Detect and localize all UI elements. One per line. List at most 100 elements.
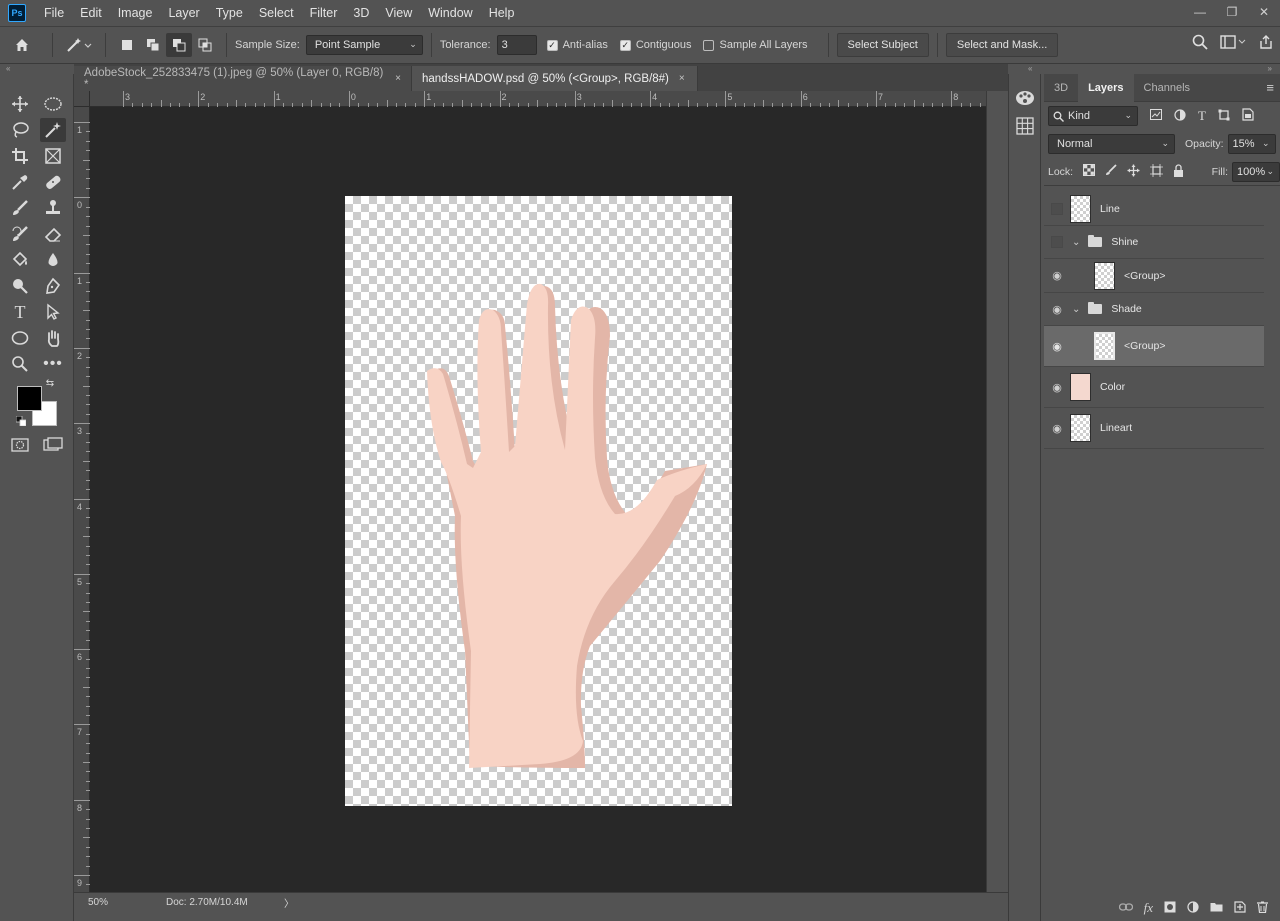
status-menu-arrow[interactable]: 〉 [284, 895, 294, 910]
color-palette-icon[interactable] [1012, 86, 1038, 110]
move-tool-icon[interactable] [7, 92, 33, 116]
quick-mask-icon[interactable] [7, 433, 33, 457]
history-brush-icon[interactable] [7, 222, 33, 246]
foreground-color-swatch[interactable] [17, 386, 42, 411]
close-button[interactable]: ✕ [1248, 0, 1280, 24]
fill-input[interactable]: 100% ⌄ [1232, 161, 1280, 182]
tab-adobestock[interactable]: AdobeStock_252833475 (1).jpeg @ 50% (Lay… [74, 66, 412, 91]
canvas-area[interactable] [90, 107, 986, 892]
visibility-toggle[interactable]: ◉ [1044, 269, 1070, 282]
chevron-down-icon[interactable]: ⌄ [1072, 304, 1080, 315]
layer-row-color[interactable]: ◉ Color [1044, 367, 1264, 408]
layer-name[interactable]: Shade [1111, 303, 1141, 315]
menu-edit[interactable]: Edit [72, 6, 110, 20]
lock-position-icon[interactable] [1127, 164, 1140, 180]
layer-row-lineart[interactable]: ◉ Lineart [1044, 408, 1264, 449]
layer-name[interactable]: Line [1100, 203, 1120, 215]
filter-kind-select[interactable]: Kind ⌄ [1048, 106, 1138, 126]
dodge-icon[interactable] [7, 274, 33, 298]
visibility-toggle[interactable]: ◉ [1044, 422, 1070, 435]
search-icon[interactable] [1192, 34, 1208, 50]
swatches-grid-icon[interactable] [1012, 114, 1038, 138]
elliptical-marquee-icon[interactable] [40, 92, 66, 116]
subtract-from-selection-icon[interactable] [166, 33, 192, 57]
collapse-left-icon[interactable]: « [1028, 64, 1032, 73]
folder-icon[interactable] [1210, 901, 1223, 915]
trash-icon[interactable] [1257, 901, 1268, 916]
more-tools-icon[interactable]: ••• [40, 352, 66, 376]
clone-stamp-icon[interactable] [40, 196, 66, 220]
layer-row-shine[interactable]: ⌄ Shine [1044, 226, 1264, 259]
pen-icon[interactable] [40, 274, 66, 298]
filter-pixel-icon[interactable] [1150, 109, 1162, 123]
filter-type-icon[interactable]: T [1198, 108, 1206, 124]
restore-button[interactable]: ❐ [1216, 0, 1248, 24]
ruler-origin[interactable] [74, 91, 90, 107]
chevron-down-icon[interactable]: ⌄ [1072, 237, 1080, 248]
filter-smart-object-icon[interactable] [1242, 108, 1254, 124]
filter-shape-icon[interactable] [1218, 109, 1230, 124]
sample-size-select[interactable]: Point Sample ⌄ [305, 35, 423, 55]
blur-drop-icon[interactable] [40, 248, 66, 272]
document-canvas[interactable] [345, 196, 732, 806]
contiguous-checkbox[interactable]: ✓ Contiguous [619, 39, 691, 51]
filter-adjustment-icon[interactable] [1174, 108, 1186, 124]
menu-layer[interactable]: Layer [160, 6, 207, 20]
new-selection-icon[interactable] [114, 39, 140, 51]
hand-icon[interactable] [40, 326, 66, 350]
link-icon[interactable] [1118, 902, 1133, 915]
crop-icon[interactable] [7, 144, 33, 168]
layer-row-shade[interactable]: ◉ ⌄ Shade [1044, 293, 1264, 326]
swap-colors-icon[interactable]: ⇆ [42, 376, 58, 390]
tab-handsshadow[interactable]: handssHADOW.psd @ 50% (<Group>, RGB/8#) … [412, 66, 698, 91]
visibility-toggle[interactable] [1044, 202, 1070, 215]
zoom-icon[interactable] [7, 352, 33, 376]
tab-3d[interactable]: 3D [1044, 74, 1078, 102]
new-layer-icon[interactable] [1234, 900, 1246, 916]
opacity-input[interactable]: 15% ⌄ [1227, 134, 1276, 154]
home-icon[interactable] [0, 37, 44, 53]
layer-row-group-shine[interactable]: ◉ <Group> [1044, 259, 1264, 293]
menu-image[interactable]: Image [110, 6, 161, 20]
panel-menu-icon[interactable]: ≡ [1266, 80, 1274, 95]
type-tool-icon[interactable]: T [7, 300, 33, 324]
eraser-icon[interactable] [40, 222, 66, 246]
vertical-ruler[interactable]: 1 0 1 2 3 4 5 6 7 8 9 [74, 107, 90, 892]
layer-name[interactable]: <Group> [1124, 340, 1165, 352]
visibility-toggle[interactable] [1044, 236, 1070, 248]
menu-view[interactable]: View [377, 6, 420, 20]
mask-icon[interactable] [1164, 901, 1176, 916]
close-tab-icon[interactable]: × [395, 73, 401, 84]
magic-wand-icon[interactable] [40, 118, 66, 142]
menu-type[interactable]: Type [208, 6, 251, 20]
paint-bucket-icon[interactable] [7, 248, 33, 272]
path-selection-icon[interactable] [40, 300, 66, 324]
menu-3d[interactable]: 3D [345, 6, 377, 20]
adjustment-icon[interactable] [1187, 900, 1199, 916]
frame-icon[interactable] [40, 144, 66, 168]
workspace-icon[interactable] [1220, 35, 1246, 49]
horizontal-ruler[interactable]: 3 2 1 0 1 2 3 4 5 6 7 8 [90, 91, 1019, 107]
tolerance-input[interactable]: 3 [496, 35, 537, 55]
tab-channels[interactable]: Channels [1134, 74, 1200, 102]
visibility-toggle[interactable]: ◉ [1044, 381, 1070, 394]
layer-row-group-shade[interactable]: ◉ <Group> [1044, 326, 1264, 367]
ellipse-tool-icon[interactable] [7, 326, 33, 350]
lock-artboard-icon[interactable] [1150, 163, 1164, 180]
share-icon[interactable] [1258, 34, 1274, 50]
menu-file[interactable]: File [36, 6, 72, 20]
menu-window[interactable]: Window [420, 6, 480, 20]
select-subject-button[interactable]: Select Subject [836, 33, 929, 57]
lock-all-icon[interactable] [1173, 163, 1184, 180]
sample-all-layers-checkbox[interactable]: Sample All Layers [703, 39, 808, 51]
lock-transparent-icon[interactable] [1083, 164, 1096, 179]
healing-brush-icon[interactable] [40, 170, 66, 194]
brush-icon[interactable] [7, 196, 33, 220]
anti-alias-checkbox[interactable]: ✓ Anti-alias [546, 39, 608, 51]
zoom-level[interactable]: 50% [74, 897, 134, 908]
tab-layers[interactable]: Layers [1078, 73, 1134, 102]
close-tab-icon[interactable]: × [679, 73, 685, 84]
blend-mode-select[interactable]: Normal ⌄ [1048, 134, 1175, 154]
eyedropper-icon[interactable] [7, 170, 33, 194]
menu-filter[interactable]: Filter [302, 6, 346, 20]
